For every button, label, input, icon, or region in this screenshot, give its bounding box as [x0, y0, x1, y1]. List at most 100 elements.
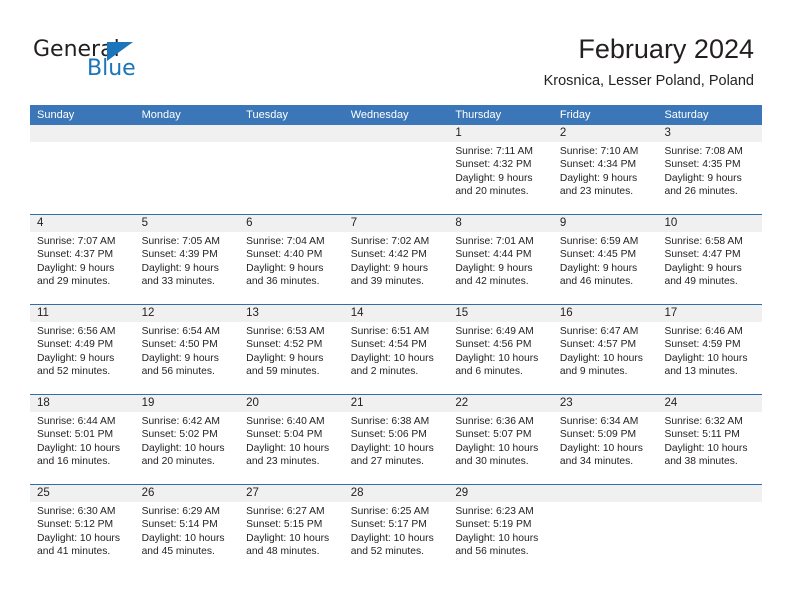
- day-number: 14: [343, 305, 449, 322]
- daylight-text-line2: and 13 minutes.: [664, 366, 738, 378]
- sunrise-text: Sunrise: 6:51 AM: [350, 326, 430, 337]
- calendar-day-cell[interactable]: 19 Sunrise: 6:42 AM Sunset: 5:02 PM Dayligh…: [134, 395, 240, 484]
- day-details: Sunrise: 7:01 AM Sunset: 4:44 PM Daylight:…: [448, 232, 553, 289]
- day-details: Sunrise: 7:10 AM Sunset: 4:34 PM Daylight:…: [553, 142, 658, 199]
- calendar-day-cell[interactable]: 1 Sunrise: 7:11 AM Sunset: 4:32 PM Daylight…: [448, 125, 553, 214]
- daylight-text-line2: and 59 minutes.: [246, 366, 320, 378]
- weekday-header-monday: Monday: [141, 109, 181, 121]
- day-number: 9: [552, 215, 658, 232]
- day-number: [343, 125, 449, 142]
- sunrise-text: Sunrise: 6:29 AM: [141, 506, 220, 517]
- day-details: Sunrise: 7:04 AM Sunset: 4:40 PM Daylight:…: [239, 232, 344, 289]
- daylight-text-line2: and 39 minutes.: [350, 276, 425, 288]
- weekday-header-wednesday: Wednesday: [350, 109, 409, 121]
- calendar-day-cell[interactable]: 20 Sunrise: 6:40 AM Sunset: 5:04 PM Dayligh…: [239, 395, 344, 484]
- day-details: Sunrise: 6:53 AM Sunset: 4:52 PM Daylight:…: [239, 322, 344, 379]
- calendar-day-cell[interactable]: 24 Sunrise: 6:32 AM Sunset: 5:11 PM Dayligh…: [657, 395, 763, 484]
- sunset-text: Sunset: 4:39 PM: [141, 249, 218, 261]
- sunset-text: Sunset: 4:47 PM: [664, 249, 741, 261]
- day-details: Sunrise: 6:30 AM Sunset: 5:12 PM Daylight:…: [30, 502, 135, 559]
- daylight-text-line1: Daylight: 9 hours: [559, 172, 638, 184]
- sunset-text: Sunset: 4:52 PM: [246, 339, 323, 351]
- day-number: 15: [448, 305, 553, 322]
- calendar-day-cell[interactable]: 2 Sunrise: 7:10 AM Sunset: 4:34 PM Daylight…: [552, 125, 658, 214]
- day-details: Sunrise: 6:27 AM Sunset: 5:15 PM Daylight:…: [239, 502, 344, 559]
- sunrise-text: Sunrise: 6:40 AM: [246, 416, 325, 427]
- calendar-day-cell[interactable]: 18 Sunrise: 6:44 AM Sunset: 5:01 PM Dayligh…: [30, 395, 135, 484]
- sunset-text: Sunset: 5:19 PM: [455, 519, 532, 531]
- sunset-text: Sunset: 5:06 PM: [350, 429, 427, 441]
- daylight-text-line2: and 41 minutes.: [37, 546, 111, 558]
- calendar-day-cell[interactable]: 21 Sunrise: 6:38 AM Sunset: 5:06 PM Dayligh…: [343, 395, 449, 484]
- calendar-day-cell[interactable]: 4 Sunrise: 7:07 AM Sunset: 4:37 PM Daylight…: [30, 215, 135, 304]
- general-blue-logo: General Blue: [33, 37, 213, 87]
- sunset-text: Sunset: 5:11 PM: [664, 429, 740, 441]
- sunrise-text: Sunrise: 6:46 AM: [664, 326, 743, 337]
- daylight-text-line1: Daylight: 9 hours: [455, 262, 533, 274]
- calendar-week-row: 11 Sunrise: 6:56 AM Sunset: 4:49 PM Dayligh…: [30, 304, 763, 394]
- calendar-day-cell[interactable]: 28 Sunrise: 6:25 AM Sunset: 5:17 PM Dayligh…: [343, 485, 449, 574]
- daylight-text-line1: Daylight: 10 hours: [455, 352, 539, 364]
- day-details: Sunrise: 7:05 AM Sunset: 4:39 PM Daylight:…: [135, 232, 240, 289]
- calendar-day-cell[interactable]: 11 Sunrise: 6:56 AM Sunset: 4:49 PM Dayligh…: [30, 305, 135, 394]
- sunrise-text: Sunrise: 7:04 AM: [246, 236, 325, 247]
- calendar-day-cell-empty: [552, 485, 658, 574]
- sunrise-text: Sunrise: 6:38 AM: [350, 416, 430, 427]
- sunrise-text: Sunrise: 6:56 AM: [37, 326, 116, 337]
- calendar-week-row: 18 Sunrise: 6:44 AM Sunset: 5:01 PM Dayligh…: [30, 394, 763, 484]
- calendar-day-cell[interactable]: 6 Sunrise: 7:04 AM Sunset: 4:40 PM Daylight…: [239, 215, 344, 304]
- daylight-text-line2: and 30 minutes.: [455, 456, 529, 468]
- daylight-text-line2: and 56 minutes.: [141, 366, 215, 378]
- sunrise-text: Sunrise: 6:42 AM: [141, 416, 220, 427]
- calendar-day-cell[interactable]: 3 Sunrise: 7:08 AM Sunset: 4:35 PM Daylight…: [657, 125, 763, 214]
- calendar-day-cell[interactable]: 29 Sunrise: 6:23 AM Sunset: 5:19 PM Dayligh…: [448, 485, 553, 574]
- calendar-day-cell[interactable]: 5 Sunrise: 7:05 AM Sunset: 4:39 PM Daylight…: [134, 215, 240, 304]
- title-block: February 2024 Krosnica, Lesser Poland, P…: [544, 33, 754, 91]
- day-details: Sunrise: 6:29 AM Sunset: 5:14 PM Daylight:…: [135, 502, 240, 559]
- calendar-page: General Blue February 2024 Krosnica, Les…: [0, 0, 792, 612]
- daylight-text-line1: Daylight: 10 hours: [455, 532, 539, 544]
- day-number: 29: [448, 485, 553, 502]
- daylight-text-line2: and 52 minutes.: [37, 366, 111, 378]
- calendar-day-cell[interactable]: 8 Sunrise: 7:01 AM Sunset: 4:44 PM Daylight…: [448, 215, 553, 304]
- calendar-day-cell[interactable]: 23 Sunrise: 6:34 AM Sunset: 5:09 PM Dayligh…: [552, 395, 658, 484]
- daylight-text-line1: Daylight: 10 hours: [350, 352, 434, 364]
- daylight-text-line1: Daylight: 10 hours: [350, 442, 434, 454]
- calendar-day-cell[interactable]: 14 Sunrise: 6:51 AM Sunset: 4:54 PM Dayligh…: [343, 305, 449, 394]
- daylight-text-line1: Daylight: 9 hours: [246, 262, 324, 274]
- calendar-day-cell[interactable]: 10 Sunrise: 6:58 AM Sunset: 4:47 PM Dayligh…: [657, 215, 763, 304]
- sunset-text: Sunset: 5:14 PM: [141, 519, 218, 531]
- day-details: Sunrise: 6:34 AM Sunset: 5:09 PM Daylight:…: [553, 412, 658, 469]
- weekday-header-thursday: Thursday: [455, 109, 502, 121]
- calendar-week-row: 1 Sunrise: 7:11 AM Sunset: 4:32 PM Daylight…: [30, 125, 763, 214]
- day-number: 4: [30, 215, 135, 232]
- day-details: Sunrise: 6:54 AM Sunset: 4:50 PM Daylight:…: [135, 322, 240, 379]
- sunrise-text: Sunrise: 7:08 AM: [664, 146, 743, 157]
- page-subtitle-location: Krosnica, Lesser Poland, Poland: [543, 73, 754, 89]
- calendar-day-cell[interactable]: 22 Sunrise: 6:36 AM Sunset: 5:07 PM Dayligh…: [448, 395, 553, 484]
- calendar-day-cell[interactable]: 25 Sunrise: 6:30 AM Sunset: 5:12 PM Dayligh…: [30, 485, 135, 574]
- calendar-day-cell[interactable]: 13 Sunrise: 6:53 AM Sunset: 4:52 PM Dayligh…: [239, 305, 344, 394]
- calendar-day-cell[interactable]: 27 Sunrise: 6:27 AM Sunset: 5:15 PM Dayligh…: [239, 485, 344, 574]
- daylight-text-line2: and 48 minutes.: [246, 546, 320, 558]
- calendar-day-cell[interactable]: 7 Sunrise: 7:02 AM Sunset: 4:42 PM Daylight…: [343, 215, 449, 304]
- daylight-text-line1: Daylight: 10 hours: [350, 532, 434, 544]
- daylight-text-line2: and 36 minutes.: [246, 276, 320, 288]
- daylight-text-line1: Daylight: 9 hours: [246, 352, 324, 364]
- weekday-header-saturday: Saturday: [664, 109, 709, 121]
- calendar-day-cell[interactable]: 17 Sunrise: 6:46 AM Sunset: 4:59 PM Dayligh…: [657, 305, 763, 394]
- sunset-text: Sunset: 4:32 PM: [455, 159, 532, 171]
- daylight-text-line1: Daylight: 10 hours: [246, 442, 330, 454]
- day-number: [657, 485, 763, 502]
- calendar-day-cell[interactable]: 26 Sunrise: 6:29 AM Sunset: 5:14 PM Dayligh…: [134, 485, 240, 574]
- calendar-day-cell[interactable]: 9 Sunrise: 6:59 AM Sunset: 4:45 PM Daylight…: [552, 215, 658, 304]
- calendar-day-cell[interactable]: 16 Sunrise: 6:47 AM Sunset: 4:57 PM Dayligh…: [552, 305, 658, 394]
- calendar-day-cell-empty: [343, 125, 449, 214]
- day-details: Sunrise: 7:07 AM Sunset: 4:37 PM Daylight:…: [30, 232, 135, 289]
- daylight-text-line1: Daylight: 9 hours: [141, 352, 219, 364]
- calendar-day-cell[interactable]: 12 Sunrise: 6:54 AM Sunset: 4:50 PM Dayligh…: [134, 305, 240, 394]
- day-number: 12: [134, 305, 240, 322]
- sunrise-text: Sunrise: 6:49 AM: [455, 326, 534, 337]
- day-number: [239, 125, 344, 142]
- calendar-day-cell[interactable]: 15 Sunrise: 6:49 AM Sunset: 4:56 PM Dayligh…: [448, 305, 553, 394]
